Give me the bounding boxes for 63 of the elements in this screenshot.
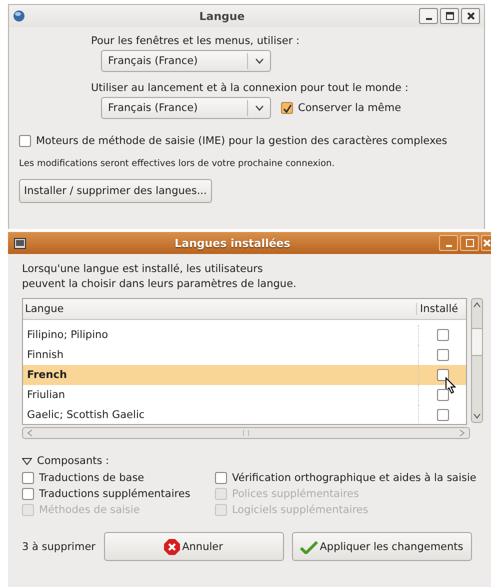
apply-button[interactable]: Appliquer les changements: [292, 532, 472, 561]
horizontal-scrollbar[interactable]: [22, 427, 470, 439]
field-label: Pour les fenêtres et les menus, utiliser :: [91, 35, 301, 47]
arrow-right-icon: [459, 429, 465, 437]
install-languages-button[interactable]: Installer / supprimer des langues...: [19, 179, 212, 203]
checkbox-label: Logiciels supplémentaires: [232, 504, 368, 516]
checkbox[interactable]: [436, 389, 448, 401]
checkbox[interactable]: [215, 472, 227, 484]
language-dropdown[interactable]: Français (France): [101, 97, 271, 119]
checkbox-label: Vérification orthographique et aides à la saisie: [232, 472, 476, 484]
checkbox-label: Traductions de base: [39, 472, 144, 484]
column-header[interactable]: Langue: [23, 303, 416, 315]
close-icon: [482, 239, 490, 247]
cancel-icon: [164, 538, 180, 554]
table-row[interactable]: Filipino; Pilipino: [23, 325, 466, 345]
checkbox-label: Polices supplémentaires: [232, 488, 359, 500]
checkbox[interactable]: [22, 488, 34, 500]
checkbox-label: Traductions supplémentaires: [39, 488, 190, 500]
maximize-icon: [446, 12, 454, 20]
table-row[interactable]: Gaelic; Scottish Gaelic: [23, 405, 466, 424]
checkbox-label: Conserver la même: [298, 102, 402, 114]
cancel-button[interactable]: Annuler: [104, 532, 284, 561]
checkbox-label: Moteurs de méthode de saisie (IME) pour la gestion des caractères complexes: [36, 135, 448, 147]
checkbox[interactable]: [436, 349, 448, 361]
arrow-down-icon: [473, 413, 481, 419]
checkbox[interactable]: [19, 135, 31, 147]
description-text: Lorsqu'une langue est installé, les utilisateurs peuvent la choisir dans leurs paramètres de langue.: [22, 262, 298, 292]
language-name: Gaelic; Scottish Gaelic: [26, 409, 146, 421]
components-expander[interactable]: Composants :: [22, 455, 110, 467]
window-icon: [14, 238, 26, 248]
language-name: Friulian: [26, 389, 66, 401]
checkbox[interactable]: [436, 329, 448, 341]
arrow-left-icon: [27, 429, 33, 437]
column-header[interactable]: Installé: [416, 303, 466, 315]
chevron-down-icon: [255, 105, 264, 111]
checkbox[interactable]: [436, 369, 448, 381]
minimize-button[interactable]: [419, 8, 438, 24]
vertical-scrollbar[interactable]: [471, 298, 483, 423]
window-title: Langue: [198, 10, 246, 22]
close-button[interactable]: [461, 8, 480, 24]
arrow-up-icon: [473, 302, 481, 308]
language-name: French: [26, 369, 68, 381]
checkbox[interactable]: [22, 472, 34, 484]
scrollbar-grip[interactable]: [243, 430, 249, 436]
checkmark-icon: [300, 540, 318, 554]
language-name: Finnish: [26, 349, 65, 361]
info-text: Les modifications seront effectives lors de votre prochaine connexion.: [19, 159, 336, 169]
language-dropdown[interactable]: Français (France): [101, 50, 271, 72]
window-title: Langues installées: [174, 236, 292, 250]
language-name: Filipino; Pilipino: [26, 329, 110, 341]
close-icon: [466, 12, 474, 20]
checkbox[interactable]: [436, 409, 448, 421]
checkbox-label: Méthodes de saisie: [39, 504, 140, 516]
globe-icon: [13, 10, 25, 22]
mouse-pointer-icon: [445, 377, 456, 394]
maximize-icon: [466, 239, 474, 247]
scrollbar-thumb[interactable]: [471, 328, 483, 356]
pending-count-text: 3 à supprimer: [22, 540, 96, 552]
field-label: Utiliser au lancement et à la connexion pour tout le monde :: [91, 82, 410, 94]
table-row[interactable]: Friulian: [23, 385, 466, 405]
checkbox[interactable]: [281, 102, 293, 114]
chevron-down-icon: [255, 58, 264, 64]
maximize-button[interactable]: [440, 8, 459, 24]
